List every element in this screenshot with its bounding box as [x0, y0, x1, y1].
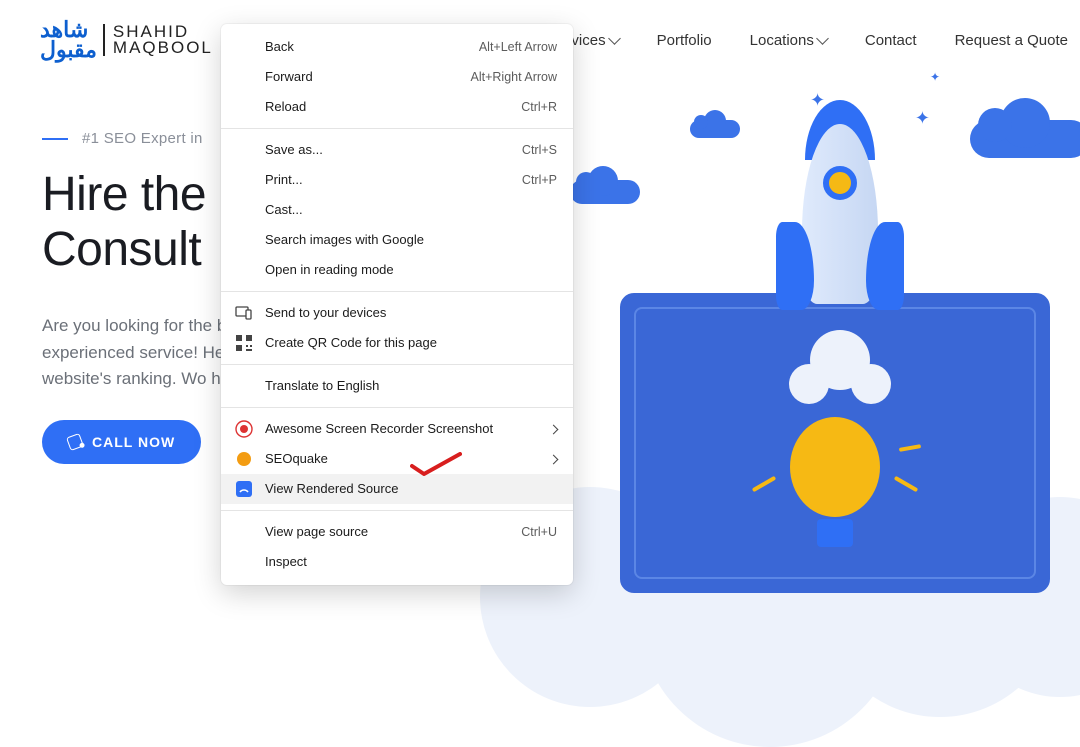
ctx-back[interactable]: Back Alt+Left Arrow: [221, 32, 573, 62]
sparkle-icon: ✦: [930, 70, 940, 84]
chevron-right-icon: [549, 454, 559, 464]
annotation-checkmark: [410, 452, 462, 476]
ctx-reading-mode[interactable]: Open in reading mode: [221, 255, 573, 285]
ctx-translate[interactable]: Translate to English: [221, 371, 573, 401]
cloud-icon: [970, 120, 1080, 158]
lightbulb-graphic: [780, 417, 890, 557]
ctx-search-images[interactable]: Search images with Google: [221, 225, 573, 255]
rocket-graphic: [770, 100, 910, 380]
recorder-icon: [235, 420, 253, 438]
chevron-down-icon: [608, 32, 621, 45]
ctx-forward[interactable]: Forward Alt+Right Arrow: [221, 62, 573, 92]
ctx-cast[interactable]: Cast...: [221, 195, 573, 225]
qr-icon: [235, 334, 253, 352]
ctx-send-devices[interactable]: Send to your devices: [221, 298, 573, 328]
ctx-separator: [221, 364, 573, 365]
ctx-separator: [221, 407, 573, 408]
rendered-source-icon: [235, 480, 253, 498]
ctx-ext-seoquake[interactable]: SEOquake: [221, 444, 573, 474]
nav-portfolio[interactable]: Portfolio: [657, 32, 712, 49]
hero-illustration: ✦ ✦ ✦ ✦: [540, 60, 1080, 587]
ctx-save-as[interactable]: Save as... Ctrl+S: [221, 135, 573, 165]
nav-contact[interactable]: Contact: [865, 32, 917, 49]
logo-english: SHAHID MAQBOOL: [103, 24, 213, 56]
ctx-separator: [221, 128, 573, 129]
call-now-button[interactable]: CALL NOW: [42, 420, 201, 464]
ctx-print[interactable]: Print... Ctrl+P: [221, 165, 573, 195]
browser-context-menu[interactable]: Back Alt+Left Arrow Forward Alt+Right Ar…: [221, 24, 573, 585]
cloud-icon: [690, 120, 740, 138]
nav-request-quote[interactable]: Request a Quote: [955, 32, 1068, 49]
hero-tagline: #1 SEO Expert in: [82, 130, 203, 147]
ctx-ext-recorder[interactable]: Awesome Screen Recorder Screenshot: [221, 414, 573, 444]
site-logo[interactable]: شاهد مقبول SHAHID MAQBOOL: [40, 20, 213, 60]
chevron-down-icon: [816, 32, 829, 45]
phone-icon: [66, 433, 84, 451]
ctx-separator: [221, 510, 573, 511]
tagline-bar: [42, 138, 68, 140]
ctx-view-page-source[interactable]: View page source Ctrl+U: [221, 517, 573, 547]
nav-locations[interactable]: Locations: [750, 32, 827, 49]
sparkle-icon: ✦: [915, 108, 930, 129]
ctx-qr-code[interactable]: Create QR Code for this page: [221, 328, 573, 358]
ctx-view-rendered-source[interactable]: View Rendered Source: [221, 474, 573, 504]
chevron-right-icon: [549, 424, 559, 434]
ctx-separator: [221, 291, 573, 292]
seoquake-icon: [235, 450, 253, 468]
logo-arabic: شاهد مقبول: [40, 20, 97, 60]
ctx-inspect[interactable]: Inspect: [221, 547, 573, 577]
cloud-icon: [570, 180, 640, 204]
ctx-reload[interactable]: Reload Ctrl+R: [221, 92, 573, 122]
devices-icon: [235, 304, 253, 322]
